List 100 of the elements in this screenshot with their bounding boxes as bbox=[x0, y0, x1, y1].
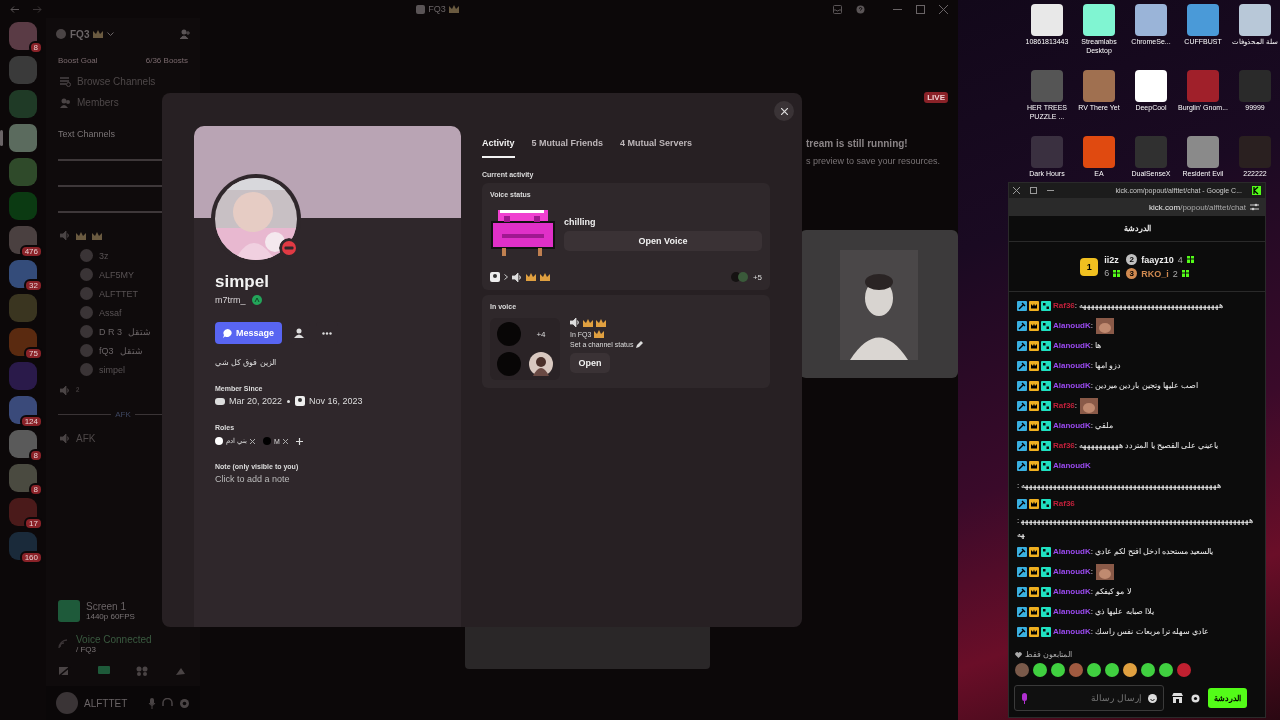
chat-username[interactable]: Raf36 bbox=[1053, 401, 1075, 410]
emote-icon bbox=[1080, 397, 1099, 414]
close-icon[interactable] bbox=[1013, 187, 1020, 194]
server-name[interactable]: FQ3 bbox=[70, 28, 90, 40]
settings-icon[interactable] bbox=[1191, 693, 1200, 703]
rank-medal: 1 bbox=[1080, 257, 1099, 276]
og-badge-icon bbox=[1041, 420, 1051, 431]
chevron-down-icon[interactable] bbox=[107, 31, 115, 37]
signal-icon bbox=[58, 639, 68, 649]
og-badge-icon bbox=[1041, 460, 1051, 471]
maximize-icon[interactable] bbox=[1030, 187, 1037, 194]
send-button[interactable]: الدردشة bbox=[1208, 688, 1247, 708]
chat-username[interactable]: AlanoudK bbox=[1053, 547, 1091, 556]
crown-badge-icon bbox=[1029, 546, 1039, 557]
server-icon[interactable] bbox=[9, 294, 37, 322]
member-name[interactable]: D R 3 bbox=[99, 326, 122, 337]
chat-username[interactable]: AlanoudK bbox=[1053, 567, 1091, 576]
crown-badge-icon bbox=[1029, 626, 1039, 637]
chat-username[interactable]: AlanoudK bbox=[1053, 627, 1091, 636]
chat-username[interactable]: AlanoudK bbox=[1053, 421, 1091, 430]
og-badge-icon bbox=[1041, 300, 1051, 311]
hammer-icon bbox=[1017, 400, 1027, 411]
message-button[interactable]: Message bbox=[215, 322, 283, 344]
inbox-icon[interactable] bbox=[833, 4, 842, 14]
help-icon[interactable] bbox=[856, 4, 865, 14]
chat-username[interactable]: Raf36 bbox=[1053, 301, 1075, 310]
server-icon[interactable] bbox=[9, 192, 37, 220]
user-avatar[interactable] bbox=[56, 692, 78, 714]
tab[interactable]: 5 Mutual Friends bbox=[531, 138, 604, 158]
user-avatar bbox=[80, 249, 93, 262]
members-icon bbox=[60, 97, 71, 108]
chat-username[interactable]: AlanoudK bbox=[1053, 341, 1091, 350]
soundboard-icon[interactable] bbox=[174, 666, 187, 676]
chat-username[interactable]: Raf36 bbox=[1053, 498, 1075, 508]
tab[interactable]: 4 Mutual Servers bbox=[620, 138, 693, 158]
chat-username[interactable]: AlanoudK bbox=[1053, 381, 1091, 390]
gift-count: 6 bbox=[1104, 268, 1110, 278]
og-badge-icon bbox=[1041, 320, 1051, 331]
hammer-icon bbox=[1017, 300, 1027, 311]
open-voice-button[interactable]: Open Voice bbox=[564, 231, 762, 251]
chat-message: : ها bbox=[1090, 340, 1102, 352]
open-button[interactable]: Open bbox=[570, 353, 610, 373]
minimize-icon[interactable] bbox=[1047, 187, 1054, 194]
add-member-icon[interactable] bbox=[180, 29, 190, 39]
close-button[interactable] bbox=[774, 101, 794, 121]
add-icon[interactable] bbox=[295, 437, 303, 445]
server-icon[interactable] bbox=[9, 90, 37, 118]
chat-message: : يلاا صبابه عليها ذي bbox=[1090, 606, 1154, 618]
hammer-icon bbox=[1017, 586, 1027, 597]
speaker-icon bbox=[512, 272, 522, 282]
activities-icon[interactable] bbox=[136, 666, 149, 676]
member-name[interactable]: fQ3 bbox=[99, 345, 114, 356]
emote-icon[interactable] bbox=[1087, 663, 1101, 677]
emoji-icon[interactable] bbox=[1148, 693, 1157, 703]
hammer-icon bbox=[1017, 546, 1027, 557]
microphone-icon[interactable] bbox=[148, 697, 156, 709]
tab[interactable]: Activity bbox=[482, 138, 515, 158]
username[interactable]: ALFTTET bbox=[84, 697, 142, 709]
unread-badge: 476 bbox=[19, 245, 43, 258]
note-placeholder[interactable]: Click to add a note bbox=[215, 474, 440, 484]
dot-icon bbox=[286, 398, 292, 404]
server-icon[interactable] bbox=[9, 56, 37, 84]
maximize-icon[interactable] bbox=[916, 4, 925, 14]
speaker-icon bbox=[60, 434, 70, 443]
chat-username[interactable]: AlanoudK bbox=[1053, 607, 1091, 616]
rank-medal: 3 bbox=[1126, 268, 1138, 279]
display-name: simpel bbox=[215, 272, 270, 292]
hammer-icon bbox=[1017, 460, 1027, 471]
headphones-icon[interactable] bbox=[162, 698, 173, 708]
store-icon[interactable] bbox=[1172, 693, 1183, 703]
remove-icon[interactable] bbox=[282, 438, 288, 444]
message-input[interactable]: إرسال رسالة bbox=[1032, 691, 1144, 705]
chat-username[interactable]: AlanoudK bbox=[1053, 461, 1091, 470]
chat-message: : bbox=[1074, 400, 1078, 412]
unread-badge: 160 bbox=[19, 551, 43, 564]
emote-icon[interactable] bbox=[1123, 663, 1137, 677]
emote-icon[interactable] bbox=[1141, 663, 1155, 677]
chat-username[interactable]: Raf36 bbox=[1053, 441, 1075, 450]
remove-icon[interactable] bbox=[249, 438, 255, 444]
close-icon[interactable] bbox=[939, 4, 948, 14]
message-field[interactable]: إرسال رسالة bbox=[1014, 685, 1164, 711]
emote-icon[interactable] bbox=[1033, 663, 1047, 677]
gift-icon bbox=[1113, 269, 1121, 277]
chat-username[interactable]: AlanoudK bbox=[1053, 587, 1091, 596]
sliders-icon[interactable] bbox=[1250, 203, 1259, 211]
close-icon bbox=[780, 107, 788, 115]
gift-count: 4 bbox=[1177, 254, 1183, 265]
hammer-icon bbox=[1017, 420, 1027, 431]
chat-username[interactable]: AlanoudK bbox=[1053, 321, 1091, 330]
chat-title: الدردشة bbox=[1009, 216, 1265, 242]
emote-icon[interactable] bbox=[1051, 663, 1065, 677]
user-avatar bbox=[80, 306, 93, 319]
emote-icon[interactable] bbox=[1105, 663, 1119, 677]
chat-username[interactable]: AlanoudK bbox=[1053, 361, 1091, 370]
unread-badge: 17 bbox=[24, 517, 43, 530]
server-icon[interactable] bbox=[9, 158, 37, 186]
chat-message: : هههههههههههههههههههههههههههههههههههه bbox=[1074, 300, 1224, 312]
emote-icon[interactable] bbox=[1159, 663, 1173, 677]
screen-share-icon[interactable] bbox=[97, 666, 110, 676]
member-status: شتقل bbox=[119, 345, 143, 356]
